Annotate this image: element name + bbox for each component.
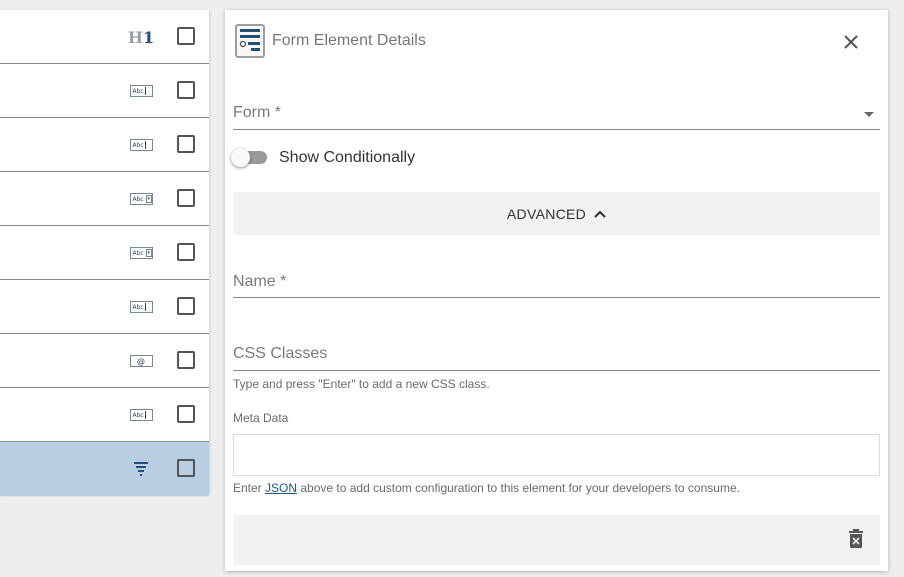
form-element-details-panel: Form Element Details Form * Show Conditi… — [225, 10, 888, 571]
trash-icon — [849, 529, 863, 548]
list-item[interactable]: Abc ▾ — [0, 172, 209, 226]
chevron-down-icon — [864, 112, 874, 117]
show-conditionally-label: Show Conditionally — [279, 149, 416, 166]
list-item[interactable]: Abc ▾ — [0, 226, 209, 280]
name-input-underline — [233, 297, 880, 298]
panel-title: Form Element Details — [272, 32, 426, 49]
text-input-icon: Abc — [129, 83, 153, 99]
advanced-toggle-button[interactable]: ADVANCED — [233, 192, 880, 235]
meta-data-input[interactable] — [233, 434, 880, 476]
row-checkbox[interactable] — [177, 297, 195, 315]
panel-header: Form Element Details — [225, 10, 888, 72]
text-input-icon: Abc — [129, 299, 153, 315]
list-item[interactable]: @ — [0, 334, 209, 388]
row-checkbox[interactable] — [177, 243, 195, 261]
form-select[interactable]: Form * — [233, 104, 880, 130]
show-conditionally-toggle[interactable]: Show Conditionally — [231, 147, 531, 167]
form-element-icon — [129, 461, 153, 477]
css-classes-input[interactable]: CSS Classes — [233, 345, 880, 371]
row-checkbox[interactable] — [177, 405, 195, 423]
list-item[interactable]: Abc — [0, 64, 209, 118]
delete-button[interactable] — [847, 529, 865, 549]
close-button[interactable] — [841, 32, 861, 52]
list-item[interactable]: H1 — [0, 10, 209, 64]
text-input-icon: Abc — [129, 137, 153, 153]
meta-data-hint: Enter JSON above to add custom configura… — [233, 481, 740, 495]
row-checkbox[interactable] — [177, 351, 195, 369]
form-select-label: Form * — [233, 104, 281, 121]
list-item[interactable]: Abc — [0, 388, 209, 442]
form-select-underline — [233, 129, 880, 130]
meta-data-label: Meta Data — [233, 411, 289, 425]
css-classes-label: CSS Classes — [233, 345, 328, 362]
email-input-icon: @ — [129, 353, 153, 369]
toggle-thumb[interactable] — [231, 148, 250, 167]
json-link[interactable]: JSON — [265, 481, 297, 495]
row-checkbox[interactable] — [177, 81, 195, 99]
row-checkbox[interactable] — [177, 135, 195, 153]
row-checkbox[interactable] — [177, 459, 195, 477]
css-classes-underline — [233, 370, 880, 371]
row-checkbox[interactable] — [177, 189, 195, 207]
list-item-selected[interactable] — [0, 442, 209, 496]
dropdown-input-icon: Abc ▾ — [129, 245, 153, 261]
list-item[interactable]: Abc — [0, 280, 209, 334]
form-elements-list: H1 Abc Abc Abc ▾ Abc ▾ Abc @ Abc — [0, 10, 209, 496]
list-item[interactable]: Abc — [0, 118, 209, 172]
panel-footer — [233, 515, 880, 565]
close-icon — [844, 35, 858, 49]
dropdown-input-icon: Abc ▾ — [129, 191, 153, 207]
form-element-icon — [235, 24, 265, 58]
heading-h1-icon: H1 — [127, 27, 155, 47]
chevron-up-icon — [594, 210, 606, 218]
row-checkbox[interactable] — [177, 27, 195, 45]
name-input[interactable]: Name * — [233, 273, 880, 299]
text-input-icon: Abc — [129, 407, 153, 423]
advanced-label: ADVANCED — [506, 205, 587, 222]
css-classes-hint: Type and press "Enter" to add a new CSS … — [233, 377, 490, 391]
name-input-label: Name * — [233, 273, 287, 290]
